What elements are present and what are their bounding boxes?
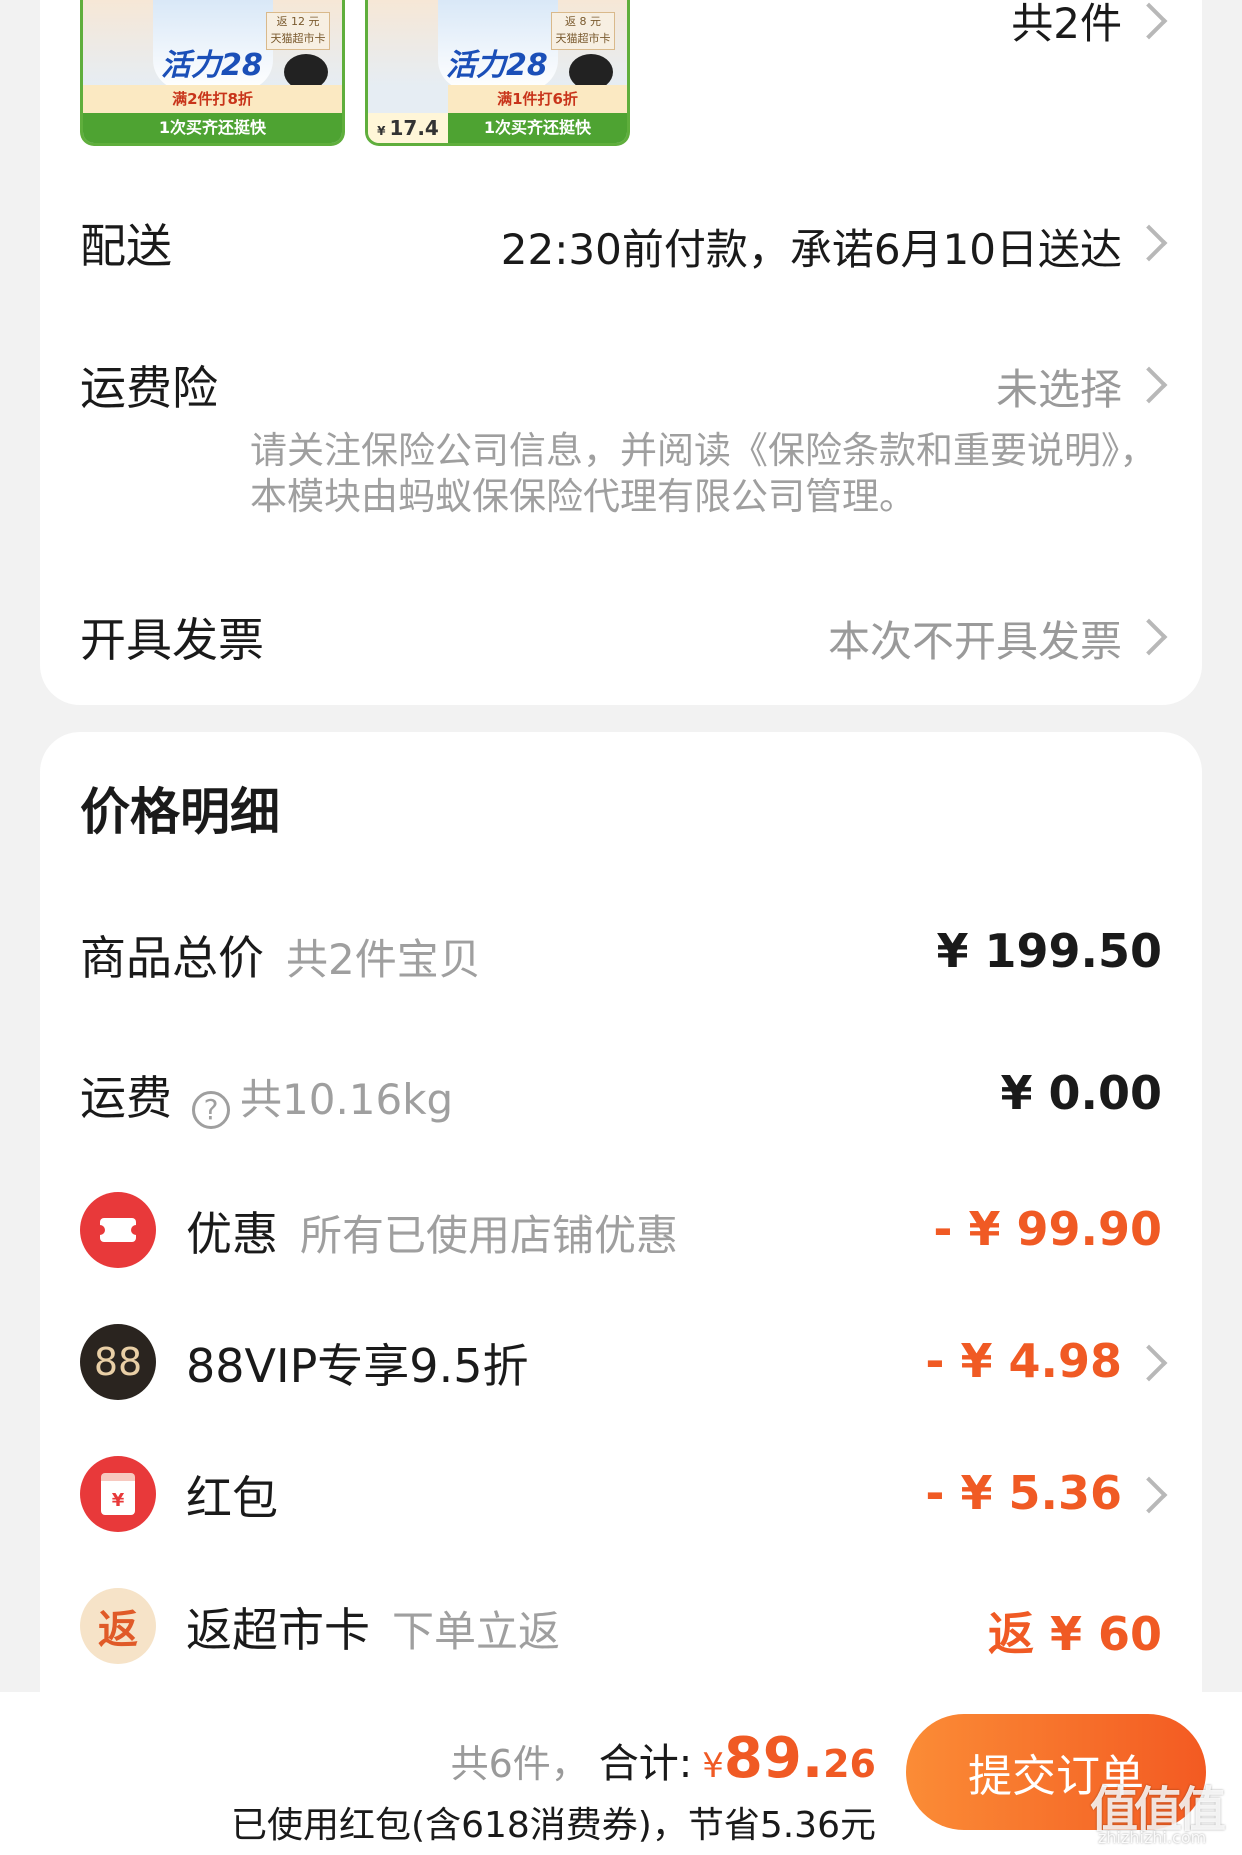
rebate-card: 天猫超市卡: [270, 32, 326, 45]
help-icon[interactable]: ?: [192, 1090, 230, 1129]
total-decimal: 26: [823, 1742, 876, 1786]
delivery-value: 22:30前付款，承诺6月10日送达: [500, 225, 1122, 274]
shipping-value: ¥ 0.00: [1000, 1066, 1162, 1120]
discount-value: - ¥ 99.90: [933, 1202, 1162, 1256]
brand-logo: 活力28: [446, 48, 548, 83]
discount-sub: 所有已使用店铺优惠: [300, 1211, 679, 1260]
red-packet-label: 红包: [186, 1471, 278, 1525]
promo-label: 满2件打8折: [83, 85, 342, 113]
discount-row: 优惠 所有已使用店铺优惠: [186, 1198, 678, 1264]
insurance-value: 未选择: [995, 365, 1122, 414]
coupon-icon: [80, 1192, 156, 1268]
red-packet-row[interactable]: 红包: [186, 1462, 278, 1528]
promo-label: 满1件打6折: [448, 85, 627, 113]
item-count: 共6件，: [450, 1742, 589, 1786]
rebate-card: 天猫超市卡: [555, 32, 611, 45]
brand-logo: 活力28: [161, 48, 263, 83]
chevron-right-icon: [1130, 1344, 1168, 1382]
price-tag: ¥17.4: [368, 113, 448, 143]
total-label: 合计:: [598, 1741, 693, 1787]
product-count[interactable]: 共2件: [1011, 0, 1122, 51]
checkout-bar: 共6件， 合计: ¥89.26 已使用红包(含618消费券)，节省5.36元 提交订…: [0, 1692, 1242, 1855]
supermarket-card-value: 返 ¥ 60: [987, 1607, 1162, 1661]
insurance-note: 请关注保险公司信息，并阅读《保险条款和重要说明》，本模块由蚂蚁保保险代理有限公司…: [250, 429, 1157, 518]
rebate-amount: 返 8 元: [565, 15, 601, 28]
insurance-label: 运费险: [80, 361, 218, 415]
order-total: 共6件， 合计: ¥89.26: [451, 1726, 876, 1791]
rebate-badge: 返 12 元 天猫超市卡: [266, 12, 330, 50]
rebate-icon: 返: [80, 1588, 156, 1664]
vip-discount-label: 88VIP专享9.5折: [186, 1339, 529, 1393]
goods-total-label: 商品总价: [80, 931, 264, 985]
vip-discount-value: - ¥ 4.98: [925, 1334, 1122, 1388]
vip-discount-row[interactable]: 88VIP专享9.5折: [186, 1330, 528, 1396]
promo-strip: 1次买齐还挺快: [83, 113, 342, 143]
promo-strip: 1次买齐还挺快: [448, 113, 627, 143]
goods-total-sub: 共2件宝贝: [286, 935, 481, 984]
discount-label: 优惠: [186, 1207, 278, 1261]
currency-symbol: ¥: [702, 1746, 724, 1786]
ticket-icon: [95, 1218, 141, 1242]
price-value: 17.4: [389, 116, 439, 140]
supermarket-card-sub: 下单立返: [392, 1607, 561, 1656]
order-info-card: 活力28 返 12 元 天猫超市卡 满2件打8折 1次买齐还挺快 活力28 返 …: [40, 0, 1202, 705]
supermarket-card-label: 返超市卡: [186, 1603, 370, 1657]
delivery-label: 配送: [80, 219, 172, 273]
invoice-label: 开具发票: [80, 613, 264, 667]
currency-symbol: ¥: [377, 124, 386, 138]
rebate-amount: 返 12 元: [276, 15, 320, 28]
red-packet-value: - ¥ 5.36: [925, 1466, 1122, 1520]
price-detail-card: 价格明细 商品总价 共2件宝贝 ¥ 199.50 运费? 共10.16kg ¥ 0.…: [40, 732, 1202, 1692]
shipping-weight: 共10.16kg: [240, 1075, 454, 1124]
product-thumbnail-1[interactable]: 活力28 返 12 元 天猫超市卡 满2件打8折 1次买齐还挺快: [80, 0, 345, 146]
saving-note: 已使用红包(含618消费券)，节省5.36元: [231, 1805, 876, 1846]
invoice-value: 本次不开具发票: [827, 617, 1122, 666]
price-detail-title: 价格明细: [80, 783, 280, 841]
chevron-right-icon: [1130, 1476, 1168, 1514]
red-packet-icon: ¥: [80, 1456, 156, 1532]
vip-88-icon: 88: [80, 1324, 156, 1400]
product-thumbnail-2[interactable]: 活力28 返 8 元 天猫超市卡 满1件打6折 1次买齐还挺快 ¥17.4: [365, 0, 630, 146]
rebate-badge: 返 8 元 天猫超市卡: [551, 12, 615, 50]
envelope-icon: ¥: [101, 1473, 135, 1515]
watermark-url: zhizhizhi.com: [1098, 1828, 1207, 1847]
chevron-right-icon: [1130, 2, 1168, 40]
goods-total-value: ¥ 199.50: [936, 924, 1162, 978]
shipping-label: 运费: [80, 1071, 172, 1125]
supermarket-card-row: 返超市卡 下单立返: [186, 1594, 560, 1660]
total-integer: 89.: [723, 1726, 824, 1791]
